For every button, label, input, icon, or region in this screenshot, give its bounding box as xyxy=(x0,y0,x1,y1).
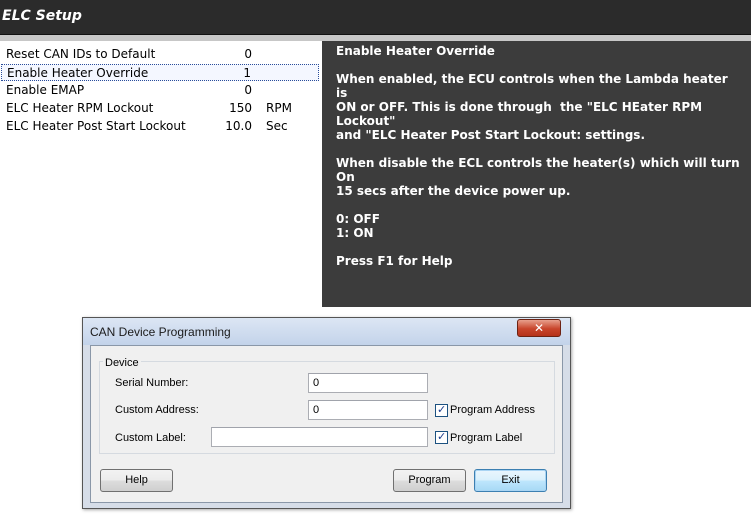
dialog-titlebar[interactable]: CAN Device Programming ✕ xyxy=(83,318,570,345)
setting-value[interactable]: 0 xyxy=(244,83,252,97)
setting-value[interactable]: 0 xyxy=(244,47,252,61)
elc-setup-title: ELC Setup xyxy=(2,8,82,24)
setting-label: ELC Heater RPM Lockout xyxy=(6,101,154,115)
dialog-client-area: Device Serial Number: 0 Custom Address: … xyxy=(90,345,563,503)
help-button[interactable]: Help xyxy=(100,469,173,492)
close-icon: ✕ xyxy=(533,321,545,335)
program-label-label[interactable]: Program Label xyxy=(450,432,522,444)
exit-button[interactable]: Exit xyxy=(474,469,547,492)
setting-row-reset-can-ids[interactable]: Reset CAN IDs to Default 0 xyxy=(1,46,319,63)
device-group-label: Device xyxy=(103,357,141,369)
help-hint: Press F1 for Help xyxy=(336,254,453,268)
elc-setup-titlebar: ELC Setup xyxy=(0,0,751,35)
setting-label: Enable EMAP xyxy=(6,83,85,97)
program-address-checkbox[interactable]: ✓ xyxy=(435,404,448,417)
dialog-title: CAN Device Programming xyxy=(90,325,231,339)
settings-list: Reset CAN IDs to Default 0 Enable Heater… xyxy=(0,41,322,307)
setting-row-heater-post-start-lockout[interactable]: ELC Heater Post Start Lockout 10.0 Sec xyxy=(1,118,319,135)
custom-address-field[interactable]: 0 xyxy=(308,400,428,420)
help-paragraph: When disable the ECL controls the heater… xyxy=(336,156,740,198)
setting-unit: RPM xyxy=(266,101,292,115)
setting-label: Enable Heater Override xyxy=(7,66,149,80)
help-options: 0: OFF 1: ON xyxy=(336,212,380,240)
program-button[interactable]: Program xyxy=(393,469,466,492)
check-icon: ✓ xyxy=(437,431,447,443)
setting-label: ELC Heater Post Start Lockout xyxy=(6,119,186,133)
setting-unit: Sec xyxy=(266,119,288,133)
can-device-programming-dialog: CAN Device Programming ✕ Device Serial N… xyxy=(82,317,571,509)
help-panel: Enable Heater Override When enabled, the… xyxy=(322,41,751,307)
setting-row-enable-emap[interactable]: Enable EMAP 0 xyxy=(1,82,319,99)
check-icon: ✓ xyxy=(437,404,447,416)
custom-label-label: Custom Label: xyxy=(115,432,186,444)
setting-label: Reset CAN IDs to Default xyxy=(6,47,156,61)
setting-row-enable-heater-override[interactable]: Enable Heater Override 1 xyxy=(1,64,319,81)
serial-number-field[interactable]: 0 xyxy=(308,373,428,393)
custom-address-label: Custom Address: xyxy=(115,404,199,416)
close-button[interactable]: ✕ xyxy=(517,319,561,337)
help-paragraph: When enabled, the ECU controls when the … xyxy=(336,72,728,142)
program-address-label[interactable]: Program Address xyxy=(450,404,535,416)
serial-number-label: Serial Number: xyxy=(115,377,189,389)
help-heading: Enable Heater Override xyxy=(336,44,495,58)
custom-label-field[interactable] xyxy=(211,427,428,447)
program-label-checkbox[interactable]: ✓ xyxy=(435,431,448,444)
setting-row-heater-rpm-lockout[interactable]: ELC Heater RPM Lockout 150 RPM xyxy=(1,100,319,117)
setting-value[interactable]: 150 xyxy=(229,101,252,115)
setting-value[interactable]: 10.0 xyxy=(225,119,252,133)
setting-value[interactable]: 1 xyxy=(243,66,251,80)
